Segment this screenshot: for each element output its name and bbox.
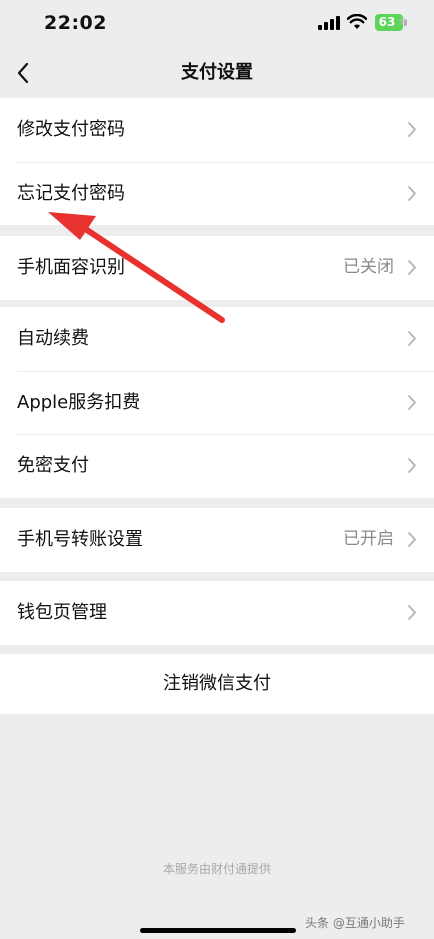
forgot-password-row[interactable]: 忘记支付密码: [0, 161, 434, 226]
apple-services-label: Apple服务扣费: [17, 391, 141, 413]
cellular-signal-icon: [318, 16, 342, 30]
home-indicator[interactable]: [140, 928, 296, 933]
chevron-right-icon: [408, 394, 416, 410]
phone-transfer-status: 已开启: [343, 529, 394, 549]
wallet-management-label: 钱包页管理: [17, 602, 107, 623]
transfer-group: 手机号转账设置 已开启: [0, 508, 434, 572]
chevron-right-icon: [408, 260, 416, 275]
page-title: 支付设置: [181, 62, 253, 83]
face-id-label: 手机面容识别: [17, 257, 125, 278]
apple-services-row[interactable]: Apple服务扣费: [0, 370, 434, 435]
wallet-management-row[interactable]: 钱包页管理: [0, 581, 434, 645]
phone-transfer-label: 手机号转账设置: [17, 529, 143, 550]
deductions-group: 自动续费 Apple服务扣费 免密支付: [0, 307, 434, 498]
status-time: 22:02: [44, 12, 107, 34]
biometrics-group: 手机面容识别 已关闭: [0, 236, 434, 300]
battery-icon: 63 ⚡: [375, 14, 407, 31]
chevron-right-icon: [408, 458, 416, 473]
chevron-right-icon: [408, 185, 416, 201]
forgot-password-label: 忘记支付密码: [17, 182, 125, 204]
deregister-wechat-pay-button[interactable]: 注销微信支付: [0, 654, 434, 714]
watermark-text: 头条 @互通小助手: [305, 916, 405, 930]
status-bar: 22:02 63 ⚡: [0, 0, 434, 48]
nav-bar: 支付设置: [0, 48, 434, 98]
chevron-right-icon: [408, 122, 416, 137]
password-free-row[interactable]: 免密支付: [0, 434, 434, 498]
payment-settings-screen: 22:02 63 ⚡ 支付设置 修改支付密码 忘记支付密码 手机面容识别 已关闭…: [0, 0, 434, 939]
wifi-icon: [347, 14, 367, 29]
change-password-row[interactable]: 修改支付密码: [0, 98, 434, 162]
provider-notice: 本服务由财付通提供: [162, 862, 271, 876]
chevron-right-icon: [408, 605, 416, 620]
change-password-label: 修改支付密码: [17, 119, 125, 140]
back-button[interactable]: [10, 56, 40, 90]
face-id-row[interactable]: 手机面容识别 已关闭: [0, 236, 434, 300]
phone-transfer-row[interactable]: 手机号转账设置 已开启: [0, 508, 434, 572]
chevron-right-icon: [408, 331, 416, 346]
chevron-right-icon: [408, 532, 416, 547]
battery-level: 63: [378, 15, 396, 29]
auto-renewal-label: 自动续费: [17, 328, 89, 349]
wallet-group: 钱包页管理: [0, 581, 434, 645]
password-group: 修改支付密码 忘记支付密码: [0, 98, 434, 225]
face-id-status: 已关闭: [343, 257, 394, 277]
auto-renewal-row[interactable]: 自动续费: [0, 307, 434, 371]
password-free-label: 免密支付: [17, 455, 89, 476]
deregister-group: 注销微信支付: [0, 654, 434, 714]
